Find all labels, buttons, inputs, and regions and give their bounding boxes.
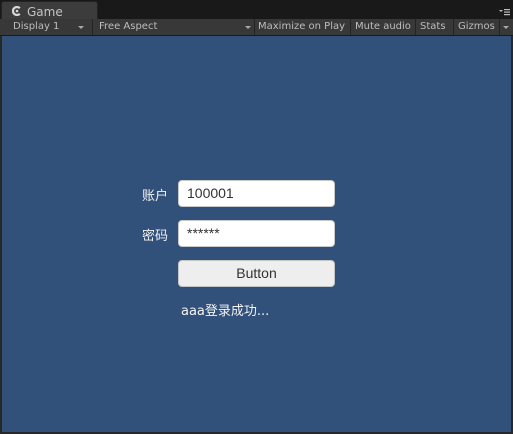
game-view[interactable]: 账户 100001 密码 ****** Button aaa登录成功...: [2, 36, 511, 432]
game-toolbar: Display 1 Free Aspect Maximize on Play M…: [0, 19, 513, 36]
mute-audio-label: Mute audio: [355, 21, 411, 32]
stats-label: Stats: [420, 21, 446, 32]
account-input[interactable]: 100001: [178, 180, 335, 207]
unity-game-icon: [12, 6, 21, 16]
chevron-down-icon: [503, 26, 509, 29]
password-input[interactable]: ******: [178, 220, 335, 247]
login-button[interactable]: Button: [178, 260, 335, 287]
gizmos-label: Gizmos: [458, 21, 495, 32]
login-status-text: aaa登录成功...: [181, 304, 270, 319]
aspect-dropdown-label: Free Aspect: [99, 21, 158, 32]
gizmos-dropdown[interactable]: [500, 19, 513, 35]
menu-icon[interactable]: [498, 7, 510, 17]
chevron-down-icon: [78, 26, 84, 29]
stats-toggle[interactable]: Stats: [416, 19, 452, 35]
password-label: 密码: [142, 229, 169, 244]
display-dropdown-label: Display 1: [13, 21, 60, 32]
unity-game-window: Game Display 1 Free Aspect Maximize on P…: [0, 0, 513, 434]
gizmos-toggle[interactable]: Gizmos: [454, 19, 499, 35]
account-label: 账户: [142, 189, 169, 204]
display-dropdown[interactable]: Display 1: [0, 19, 88, 35]
tab-game[interactable]: Game: [1, 1, 98, 20]
aspect-dropdown[interactable]: Free Aspect: [93, 19, 253, 35]
maximize-on-play-label: Maximize on Play: [258, 21, 346, 32]
tab-title: Game: [27, 5, 63, 19]
tab-strip: Game: [0, 0, 513, 20]
chevron-down-icon: [245, 26, 251, 29]
maximize-on-play-toggle[interactable]: Maximize on Play: [255, 19, 349, 35]
mute-audio-toggle[interactable]: Mute audio: [351, 19, 414, 35]
